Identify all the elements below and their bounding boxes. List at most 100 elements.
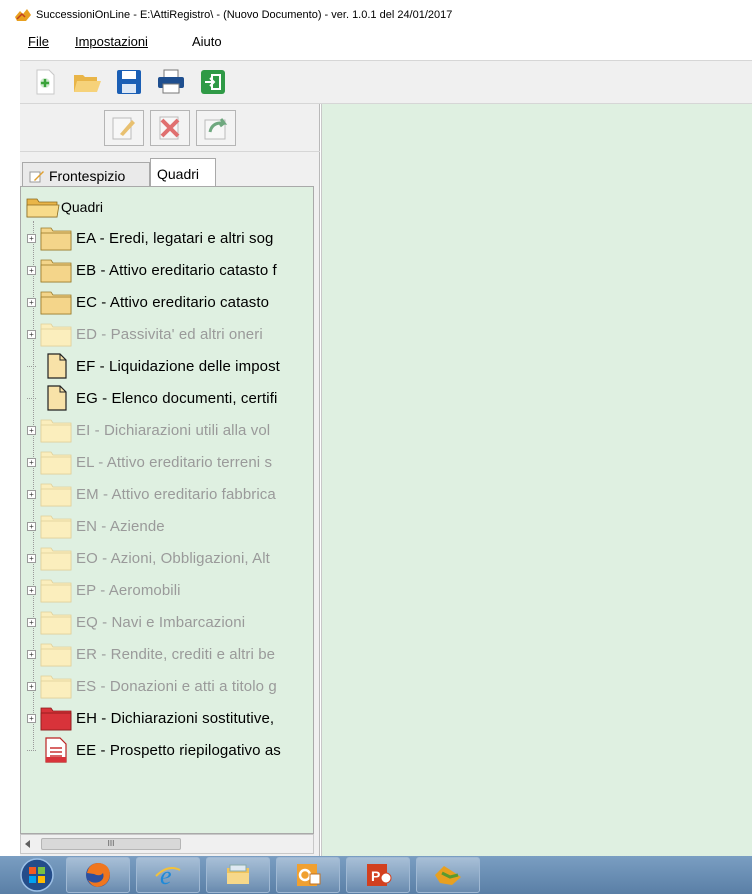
tree-node-label: EG - Elenco documenti, certifi (76, 389, 278, 407)
tree-node-label: EH - Dichiarazioni sostitutive, (76, 709, 275, 727)
tree-node-label: EA - Eredi, legatari e altri sog (76, 229, 274, 247)
folder-icon (40, 419, 72, 443)
edit-icon (112, 117, 135, 139)
tree-node[interactable]: + EO - Azioni, Obbligazioni, Alt (27, 543, 313, 573)
tree-node[interactable]: + EI - Dichiarazioni utili alla vol (27, 415, 313, 445)
expand-icon[interactable]: + (27, 681, 36, 691)
pencil-icon (29, 170, 44, 182)
edit-toolbar (20, 104, 320, 152)
tree-node[interactable]: + EP - Aeromobili (27, 575, 313, 605)
folder-icon (40, 227, 72, 251)
expand-icon[interactable]: + (27, 617, 36, 627)
restore-button[interactable] (196, 109, 236, 146)
tree-connector (27, 365, 36, 367)
tree-root[interactable]: Quadri (25, 195, 103, 219)
expand-icon[interactable]: + (27, 521, 36, 531)
expand-icon[interactable]: + (27, 233, 36, 243)
expand-icon[interactable]: + (27, 329, 36, 339)
tree-connector (27, 749, 36, 751)
tree-node[interactable]: + EC - Attivo ereditario catasto (27, 287, 313, 317)
tree-node-label: ED - Passivita' ed altri oneri (76, 325, 263, 343)
quadri-tree: Quadri + EA - Eredi, legatari e altri sog… (20, 186, 314, 834)
folder-icon (40, 707, 72, 731)
tree-node[interactable]: + EQ - Navi e Imbarcazioni (27, 607, 313, 637)
title-bar: SuccessioniOnLine - E:\AttiRegistro\ - (… (0, 0, 752, 30)
open-button[interactable] (70, 65, 104, 99)
save-button[interactable] (112, 65, 146, 99)
taskbar-successionionline[interactable] (416, 857, 480, 893)
tree-node-label: EL - Attivo ereditario terreni s (76, 453, 273, 471)
start-button[interactable] (14, 857, 60, 893)
taskbar-internet-explorer[interactable]: e (136, 857, 200, 893)
tree-node[interactable]: + EN - Aziende (27, 511, 313, 541)
tree-node-label: EF - Liquidazione delle impost (76, 357, 280, 375)
expand-icon[interactable]: + (27, 457, 36, 467)
folder-icon (40, 643, 72, 667)
file-explorer-icon (227, 864, 249, 884)
tab-strip: Frontespizio Quadri (20, 158, 320, 186)
tab-quadri-label: Quadri (157, 165, 200, 182)
menu-impostazioni[interactable]: Impostazioni (49, 34, 148, 49)
save-icon (117, 70, 141, 94)
document-icon (47, 385, 67, 411)
tree-node[interactable]: + ER - Rendite, crediti e altri be (27, 639, 313, 669)
windows-start-icon (20, 858, 54, 892)
folder-icon (40, 259, 72, 283)
tree-node[interactable]: EF - Liquidazione delle impost (27, 351, 313, 381)
window-title: SuccessioniOnLine - E:\AttiRegistro\ - (… (36, 9, 453, 21)
expand-icon[interactable]: + (27, 649, 36, 659)
new-document-button[interactable] (28, 65, 62, 99)
folder-icon (40, 483, 72, 507)
menu-file[interactable]: File (0, 34, 49, 49)
scroll-left-icon[interactable] (25, 840, 30, 848)
taskbar-outlook[interactable] (276, 857, 340, 893)
tab-frontespizio[interactable]: Frontespizio (22, 162, 150, 186)
edit-button[interactable] (104, 109, 144, 146)
firefox-icon (86, 863, 110, 887)
tree-node[interactable]: + EA - Eredi, legatari e altri sog (27, 223, 313, 253)
tab-frontespizio-label: Frontespizio (49, 167, 126, 184)
expand-icon[interactable]: + (27, 553, 36, 563)
folder-icon (40, 323, 72, 347)
tree-node-label: ES - Donazioni e atti a titolo g (76, 677, 277, 695)
expand-icon[interactable]: + (27, 585, 36, 595)
tree-node[interactable]: + EM - Attivo ereditario fabbrica (27, 479, 313, 509)
tree-node[interactable]: + EB - Attivo ereditario catasto f (27, 255, 313, 285)
tree-node[interactable]: + ED - Passivita' ed altri oneri (27, 319, 313, 349)
folder-icon (40, 291, 72, 315)
taskbar-file-explorer[interactable] (206, 857, 270, 893)
menu-aiuto[interactable]: Aiuto (148, 34, 222, 49)
expand-icon[interactable]: + (27, 489, 36, 499)
taskbar-powerpoint[interactable]: P (346, 857, 410, 893)
outlook-icon (297, 864, 321, 886)
document-workspace[interactable] (321, 104, 752, 856)
expand-icon[interactable]: + (27, 425, 36, 435)
horizontal-scrollbar[interactable]: III (20, 834, 314, 854)
tree-node[interactable]: + EH - Dichiarazioni sostitutive, (27, 703, 313, 733)
delete-button[interactable] (150, 109, 190, 146)
folder-icon (40, 675, 72, 699)
expand-icon[interactable]: + (27, 713, 36, 723)
menu-bar: File Impostazioni Aiuto (0, 30, 752, 52)
svg-text:P: P (371, 868, 380, 884)
restore-icon (204, 117, 228, 139)
taskbar-firefox[interactable] (66, 857, 130, 893)
tree-node[interactable]: + EL - Attivo ereditario terreni s (27, 447, 313, 477)
internet-explorer-icon: e (155, 861, 181, 890)
folder-icon (40, 515, 72, 539)
scrollbar-thumb[interactable]: III (41, 838, 181, 850)
folder-icon (40, 579, 72, 603)
tree-node[interactable]: EE - Prospetto riepilogativo as (27, 735, 313, 765)
print-icon (158, 69, 184, 94)
tree-node[interactable]: + ES - Donazioni e atti a titolo g (27, 671, 313, 701)
tab-quadri[interactable]: Quadri (150, 158, 216, 186)
expand-icon[interactable]: + (27, 265, 36, 275)
expand-icon[interactable]: + (27, 297, 36, 307)
tree-node-label: EP - Aeromobili (76, 581, 181, 599)
folder-icon (40, 547, 72, 571)
print-button[interactable] (154, 65, 188, 99)
tree-node[interactable]: EG - Elenco documenti, certifi (27, 383, 313, 413)
left-panel: Frontespizio Quadri Quadri + EA - Eredi, … (20, 104, 320, 856)
exit-button[interactable] (196, 65, 230, 99)
tree-node-label: ER - Rendite, crediti e altri be (76, 645, 276, 663)
